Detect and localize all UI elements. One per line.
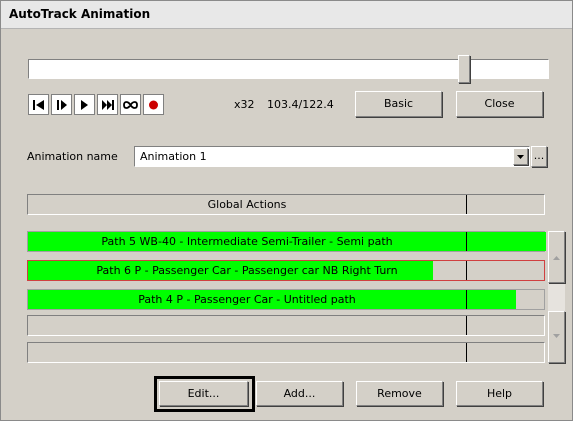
path-row[interactable]: Path 4 P - Passenger Car - Untitled path — [27, 289, 545, 310]
browse-button[interactable]: ... — [531, 146, 547, 167]
play-button[interactable] — [74, 94, 95, 115]
animation-name-value: Animation 1 — [140, 150, 207, 163]
fast-forward-icon — [102, 100, 114, 110]
loop-button[interactable] — [120, 94, 141, 115]
global-actions-label: Global Actions — [207, 198, 287, 211]
fast-forward-button[interactable] — [97, 94, 118, 115]
time-readout: 103.4/122.4 — [267, 98, 334, 111]
path-row[interactable]: Path 5 WB-40 - Intermediate Semi-Trailer… — [27, 231, 546, 252]
basic-button[interactable]: Basic — [355, 91, 442, 117]
remove-button[interactable]: Remove — [356, 381, 443, 406]
global-actions-row[interactable]: Global Actions — [27, 194, 545, 215]
scroll-up-button[interactable] — [548, 231, 565, 283]
record-button[interactable] — [143, 94, 164, 115]
window-title: AutoTrack Animation — [9, 7, 151, 21]
path-row-selected[interactable]: Path 6 P - Passenger Car - Passenger car… — [27, 260, 545, 281]
path-label: Path 4 P - Passenger Car - Untitled path — [138, 293, 356, 306]
add-button[interactable]: Add... — [256, 381, 343, 406]
path-label: Path 6 P - Passenger Car - Passenger car… — [96, 264, 398, 277]
chevron-down-icon — [517, 155, 524, 159]
edit-button[interactable]: Edit... — [159, 381, 248, 406]
column-divider — [466, 195, 467, 214]
title-bar[interactable]: AutoTrack Animation — [1, 1, 572, 29]
skip-to-start-icon — [33, 100, 44, 110]
playback-speed: x32 — [234, 98, 255, 111]
help-button[interactable]: Help — [456, 381, 543, 406]
animation-name-label: Animation name — [27, 150, 118, 163]
column-divider — [466, 316, 467, 335]
record-icon — [149, 100, 158, 110]
path-list-scrollbar[interactable] — [548, 231, 565, 363]
column-divider — [466, 261, 467, 280]
chevron-down-icon — [553, 334, 560, 338]
column-divider — [466, 290, 467, 309]
autotrack-animation-window: AutoTrack Animation x32 103.4/122.4 Basi… — [0, 0, 573, 421]
step-forward-icon — [57, 100, 67, 110]
animation-name-dropdown[interactable]: Animation 1 — [134, 146, 530, 167]
empty-path-row[interactable] — [27, 342, 545, 363]
column-divider — [466, 343, 467, 362]
skip-to-start-button[interactable] — [28, 94, 49, 115]
path-progress-remaining — [516, 290, 544, 309]
timeline-slider-thumb[interactable] — [458, 55, 470, 83]
close-button[interactable]: Close — [456, 91, 543, 117]
dropdown-arrow-button[interactable] — [513, 148, 528, 165]
scroll-down-button[interactable] — [548, 311, 565, 363]
column-divider — [466, 232, 467, 251]
step-forward-button[interactable] — [51, 94, 72, 115]
loop-icon — [123, 101, 138, 109]
timeline-slider-track[interactable] — [28, 59, 549, 79]
empty-path-row[interactable] — [27, 315, 545, 336]
chevron-up-icon — [553, 256, 560, 260]
path-label: Path 5 WB-40 - Intermediate Semi-Trailer… — [101, 235, 393, 248]
play-icon — [81, 100, 88, 110]
